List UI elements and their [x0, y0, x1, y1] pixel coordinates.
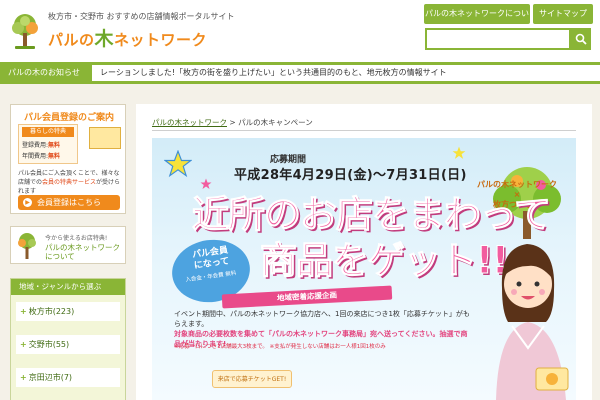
region-item-label: 交野市(55) [28, 340, 70, 349]
perk-annual-label: 年間費用: [22, 153, 49, 160]
site-logo-text[interactable]: パルの木ネットワーク [48, 24, 207, 51]
member-perks-panel: 暮らしの特典 登録費用:無料 年間費用:無料 [18, 124, 78, 164]
campaign-banner[interactable]: パルの木ネットワーク × 枚方つーしん 応募期間 平成28年4月29日(金)〜7月3… [152, 138, 576, 400]
plus-icon: + [20, 307, 27, 316]
member-box-title: パル会員登録のご案内 [23, 113, 114, 123]
perk-registration-value: 無料 [48, 142, 61, 149]
perks-heading: 暮らしの特典 [22, 127, 74, 137]
region-item-katano[interactable]: + 交野市(55) [16, 335, 120, 354]
search-icon [575, 33, 587, 45]
site-header: 枚方市・交野市 おすすめの店舗情報ポータルサイト パルの木ネットワーク パルの木… [0, 0, 600, 62]
campaign-desc-part1: イベント期間中、パルの木ネットワーク協力店へ、1回の来店につき1枚「応募チケット… [174, 310, 470, 328]
perk-annual-value: 無料 [48, 153, 61, 160]
breadcrumb-home-link[interactable]: パルの木ネットワーク [152, 118, 227, 127]
logo-text-part3: ネットワーク [114, 31, 208, 49]
campaign-headline-2: 商品をゲット!! [260, 239, 510, 283]
star-icon [164, 150, 192, 178]
region-item-hirakata[interactable]: + 枚方市(223) [16, 302, 120, 321]
search-input[interactable] [425, 28, 571, 50]
region-item-kyotanabe[interactable]: + 京田辺市(7) [16, 368, 120, 387]
campaign-note: ※応募一口につき1店舗最大3枚まで。 ※支払が発生しない店舗はお一人様1回1枚の… [174, 344, 386, 350]
about-banner-line1: パルの木ネットワーク [45, 243, 120, 252]
region-panel-heading: 地域・ジャンルから選ぶ [11, 279, 125, 295]
breadcrumb: パルの木ネットワーク > パルの木キャンペーン [152, 117, 313, 128]
breadcrumb-separator: > [229, 118, 236, 127]
tree-logo-icon[interactable] [9, 13, 41, 49]
breadcrumb-divider [152, 130, 576, 131]
search-button[interactable] [571, 28, 591, 50]
region-genre-panel: 地域・ジャンルから選ぶ + 枚方市(223) + 交野市(55) + 京田辺市(7) [10, 278, 126, 400]
site-tagline: 枚方市・交野市 おすすめの店舗情報ポータルサイト [48, 12, 235, 21]
news-bar: パルの木のお知らせ レーションしました!「枚方の街を盛り上げたい」という共通目的… [0, 62, 600, 84]
sitemap-button[interactable]: サイトマップ [533, 4, 593, 24]
main-content: パルの木ネットワーク > パルの木キャンペーン パルの木ネットワーク × 枚方つーし… [136, 104, 592, 400]
member-register-button[interactable]: ▶ 会員登録はこちら [18, 195, 120, 210]
region-item-label: 京田辺市(7) [28, 373, 73, 382]
breadcrumb-current: パルの木キャンペーン [238, 118, 313, 127]
news-ticker[interactable]: レーションしました!「枚方の街を盛り上げたい」という共通目的のもと、地元枚方の情… [92, 65, 600, 81]
campaign-period: 平成28年4月29日(金)〜7月31日(日) [234, 168, 467, 183]
about-network-button[interactable]: パルの木ネットワークについて [424, 4, 530, 38]
about-network-banner[interactable]: 今から使えるお店特典! パルの木ネットワーク について [10, 226, 126, 264]
about-banner-small-text: 今から使えるお店特典! [45, 235, 108, 242]
tree-icon [18, 233, 36, 259]
about-banner-title: パルの木ネットワーク について [45, 243, 120, 261]
member-desc-highlight: 会員の特典サービス [42, 179, 97, 186]
perk-registration-fee: 登録費用:無料 [22, 140, 60, 149]
plus-icon: + [20, 340, 27, 349]
arrow-right-icon: ▶ [23, 198, 32, 207]
member-description: パル会員にご入会頂くことで、様々な店舗での会員の特典サービスが受けられます [18, 169, 122, 196]
region-item-label: 枚方市(223) [28, 307, 75, 316]
campaign-ribbon: 地域密着応援企画 [221, 285, 393, 309]
perk-annual-fee: 年間費用:無料 [22, 151, 60, 160]
member-register-label: 会員登録はこちら [37, 198, 101, 207]
plus-icon: + [20, 373, 27, 382]
logo-text-part1: パルの [48, 31, 95, 49]
about-banner-line2: について [45, 252, 75, 261]
member-card-image [89, 127, 121, 149]
perk-registration-label: 登録費用: [22, 142, 49, 149]
page: 枚方市・交野市 おすすめの店舗情報ポータルサイト パルの木ネットワーク パルの木… [0, 0, 600, 400]
ticket-get-label: 来店で応募チケットGET! [212, 370, 292, 388]
ticket-icon [535, 367, 569, 391]
star-icon [452, 146, 466, 159]
member-signup-box: パル会員登録のご案内 暮らしの特典 登録費用:無料 年間費用:無料 パル会員にご… [10, 104, 126, 214]
logo-text-part2: 木 [94, 28, 115, 50]
news-label: パルの木のお知らせ [8, 68, 80, 77]
